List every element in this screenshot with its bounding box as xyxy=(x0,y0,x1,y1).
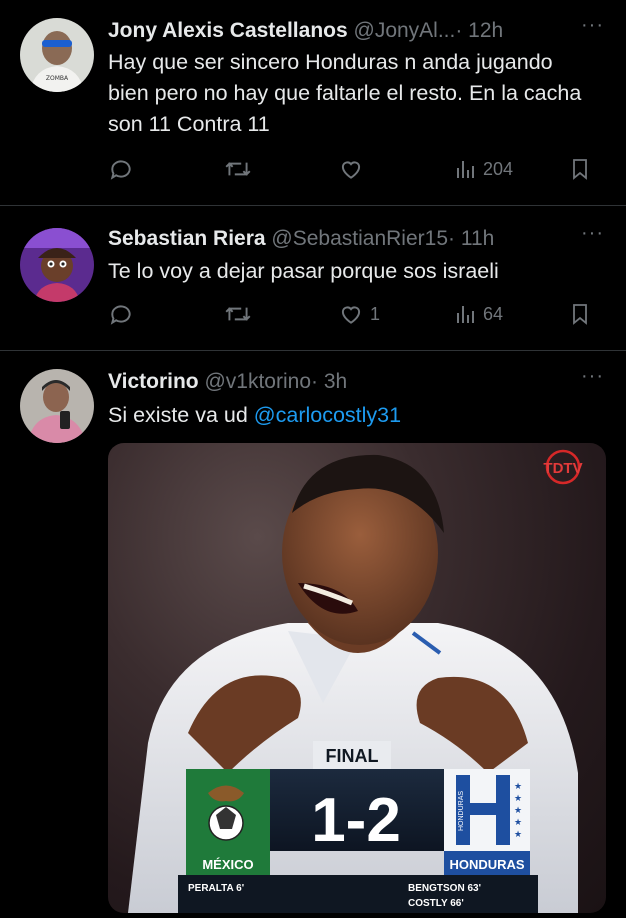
author-handle[interactable]: @JonyAl... xyxy=(354,19,456,42)
like-button[interactable] xyxy=(338,154,370,184)
timestamp[interactable]: · 3h xyxy=(311,370,347,393)
svg-text:★: ★ xyxy=(514,782,522,792)
svg-text:★: ★ xyxy=(514,830,522,840)
svg-text:★: ★ xyxy=(514,818,522,828)
team-away-label: HONDURAS xyxy=(449,857,524,872)
bookmark-button[interactable] xyxy=(568,154,592,184)
tweet-header: Victorino @v1ktorino· 3h xyxy=(108,369,347,395)
tdtv-logo: TDTV xyxy=(543,449,583,485)
tweet-header: Jony Alexis Castellanos @JonyAl...· 12h xyxy=(108,18,503,44)
final-label: FINAL xyxy=(326,746,379,766)
tweet-1[interactable]: ZOMBA Jony Alexis Castellanos @JonyAl...… xyxy=(0,0,626,205)
views-count: 204 xyxy=(483,158,514,179)
mention-link[interactable]: @carlocostly31 xyxy=(254,403,401,427)
reply-icon xyxy=(110,160,131,180)
timestamp[interactable]: · 11h xyxy=(448,227,494,250)
player-photo: TDTV FINAL 1-2 MÉXICO HONDURAS ★ ★ ★ ★ ★ HON… xyxy=(128,449,583,913)
bookmark-icon xyxy=(573,159,587,180)
tweet-header: Sebastian Riera @SebastianRier15· 11h xyxy=(108,226,494,252)
views-button[interactable]: 64 xyxy=(453,299,503,329)
mexico-crest xyxy=(186,769,270,851)
svg-text:★: ★ xyxy=(514,806,522,816)
bookmark-icon xyxy=(573,304,587,325)
svg-text:ZOMBA: ZOMBA xyxy=(46,75,69,82)
like-icon xyxy=(341,161,361,179)
views-icon xyxy=(457,306,474,323)
honduras-crest-label: HONDURAS xyxy=(458,791,465,831)
scorer-home-1: PERALTA 6' xyxy=(188,883,244,894)
tweet-media-image[interactable]: TDTV FINAL 1-2 MÉXICO HONDURAS ★ ★ ★ ★ ★ xyxy=(108,443,606,913)
retweet-button[interactable] xyxy=(223,154,259,184)
more-icon[interactable]: ··· xyxy=(581,365,604,388)
retweet-button[interactable] xyxy=(223,299,259,329)
author-handle[interactable]: @SebastianRier15 xyxy=(271,227,448,250)
score-text: 1-2 xyxy=(311,786,401,855)
author-name[interactable]: Sebastian Riera xyxy=(108,227,266,250)
like-button[interactable]: 1 xyxy=(338,299,380,329)
team-home-label: MÉXICO xyxy=(202,857,253,872)
author-handle[interactable]: @v1ktorino xyxy=(204,370,311,393)
scorer-away-1: BENGTSON 63' xyxy=(408,883,481,894)
tweet-2[interactable]: Sebastian Riera @SebastianRier15· 11h ··… xyxy=(0,206,626,350)
scorers-strip xyxy=(178,875,538,913)
tweet-text-prefix: Si existe va ud xyxy=(108,403,254,427)
scorer-away-2: COSTLY 66' xyxy=(408,898,464,909)
views-icon xyxy=(457,161,474,178)
tweet-text: Te lo voy a dejar pasar porque sos israe… xyxy=(108,259,499,283)
reply-button[interactable] xyxy=(108,299,140,329)
avatar[interactable] xyxy=(20,369,94,443)
tweet-text: Hay que ser sincero Honduras n anda juga… xyxy=(108,50,582,136)
like-count: 1 xyxy=(370,303,381,324)
views-count: 64 xyxy=(483,303,504,324)
svg-text:★: ★ xyxy=(514,794,522,804)
more-icon[interactable]: ··· xyxy=(581,14,604,37)
action-bar: 204 xyxy=(108,154,598,184)
reply-icon xyxy=(110,305,131,325)
more-icon[interactable]: ··· xyxy=(581,222,604,245)
author-name[interactable]: Victorino xyxy=(108,370,199,393)
timestamp[interactable]: · 12h xyxy=(455,19,503,42)
avatar[interactable] xyxy=(20,228,94,302)
like-icon xyxy=(341,306,361,324)
views-button[interactable]: 204 xyxy=(453,154,513,184)
bookmark-button[interactable] xyxy=(568,299,592,329)
honduras-crest: HONDURAS ★ ★ ★ ★ ★ xyxy=(444,769,530,851)
action-bar: 1 64 xyxy=(108,299,598,329)
retweet-icon xyxy=(225,162,251,176)
author-name[interactable]: Jony Alexis Castellanos xyxy=(108,19,348,42)
retweet-icon xyxy=(225,307,251,321)
tweet-text: Si existe va ud @carlocostly31 xyxy=(108,400,598,431)
watermark-text: TDTV xyxy=(543,460,582,477)
avatar[interactable]: ZOMBA xyxy=(20,18,94,92)
reply-button[interactable] xyxy=(108,154,140,184)
